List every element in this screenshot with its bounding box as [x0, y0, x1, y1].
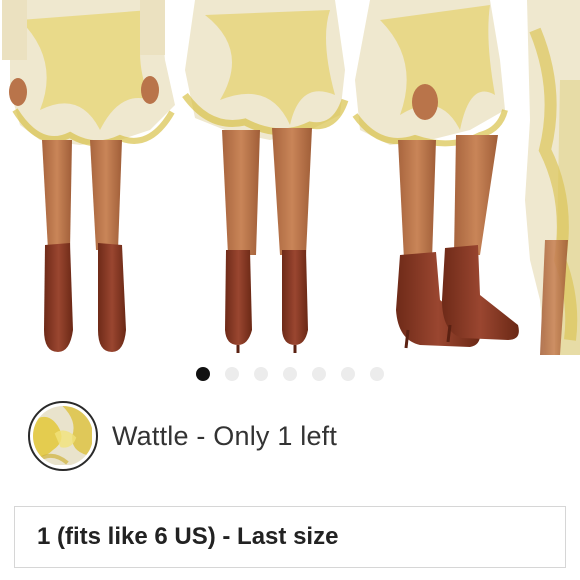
carousel-dot-6[interactable] [341, 367, 355, 381]
size-selector[interactable]: 1 (fits like 6 US) - Last size [14, 506, 566, 568]
color-swatch-button[interactable] [28, 401, 98, 471]
product-image-carousel[interactable] [0, 0, 580, 355]
model-angled-view [352, 0, 519, 349]
carousel-dot-4[interactable] [283, 367, 297, 381]
model-cropped-view [525, 0, 580, 355]
carousel-dot-7[interactable] [370, 367, 384, 381]
model-front-view [2, 0, 175, 352]
product-photo [2, 0, 580, 355]
yellow-floral-swatch-icon [33, 406, 93, 466]
color-label: Wattle - Only 1 left [112, 420, 338, 451]
carousel-dot-1[interactable] [196, 367, 210, 381]
carousel-pagination[interactable] [196, 367, 384, 381]
carousel-dot-2[interactable] [225, 367, 239, 381]
carousel-dot-5[interactable] [312, 367, 326, 381]
size-label: 1 (fits like 6 US) - Last size [37, 523, 339, 550]
carousel-dot-3[interactable] [254, 367, 268, 381]
model-side-view [182, 0, 349, 353]
color-selector: Wattle - Only 1 left [28, 401, 337, 471]
